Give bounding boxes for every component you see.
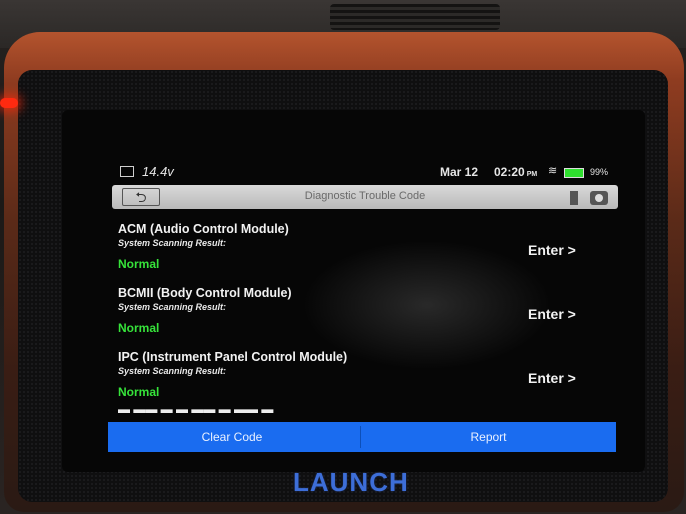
module-name: BCMII (Body Control Module) (118, 286, 292, 300)
module-result-label: System Scanning Result: (118, 302, 227, 312)
screen-content: 14.4v Mar 12 02:20 PM ≋ 99% ⮌ Diagnostic … (108, 160, 620, 452)
module-item-bcmii[interactable]: BCMII (Body Control Module) System Scann… (118, 286, 618, 346)
battery-percent: 99% (590, 167, 609, 177)
enter-button[interactable]: Enter > (528, 242, 576, 258)
page-title: Diagnostic Trouble Code (304, 190, 426, 202)
module-item-ipc[interactable]: IPC (Instrument Panel Control Module) Sy… (118, 350, 618, 410)
enter-button[interactable]: Enter > (528, 306, 576, 322)
clear-code-button[interactable]: Clear Code (108, 422, 360, 452)
wifi-icon: ≋ (548, 165, 558, 177)
status-bar: 14.4v Mar 12 02:20 PM ≋ 99% (108, 160, 620, 184)
module-item-partial[interactable]: ▬ ▬▬ ▬ ▬ ▬▬ ▬ ▬▬ ▬ (118, 408, 358, 416)
action-bar: Clear Code Report (108, 422, 616, 452)
module-result-label: System Scanning Result: (118, 366, 227, 376)
air-vent (330, 4, 500, 30)
battery-icon (564, 168, 584, 178)
module-item-acm[interactable]: ACM (Audio Control Module) System Scanni… (118, 222, 618, 282)
brand-logo: LAUNCH (293, 467, 409, 497)
status-date: Mar 12 (440, 165, 479, 179)
voltage-readout: 14.4v (142, 164, 174, 179)
module-status: Normal (118, 321, 160, 335)
module-result-label: System Scanning Result: (118, 238, 227, 248)
title-bar: ⮌ Diagnostic Trouble Code (112, 185, 618, 209)
module-name: ACM (Audio Control Module) (118, 222, 289, 236)
module-name: IPC (Instrument Panel Control Module) (118, 350, 348, 364)
enter-button[interactable]: Enter > (528, 370, 576, 386)
report-button[interactable]: Report (361, 422, 616, 452)
car-battery-icon (120, 166, 134, 177)
status-time: 02:20 PM (494, 165, 538, 179)
photo-scene: 14.4v Mar 12 02:20 PM ≋ 99% ⮌ Diagnostic … (0, 0, 686, 514)
module-status: Normal (118, 385, 160, 399)
bookmark-icon[interactable] (570, 191, 578, 205)
power-led-indicator (0, 98, 18, 108)
module-status: Normal (118, 257, 160, 271)
camera-icon[interactable] (590, 191, 608, 205)
